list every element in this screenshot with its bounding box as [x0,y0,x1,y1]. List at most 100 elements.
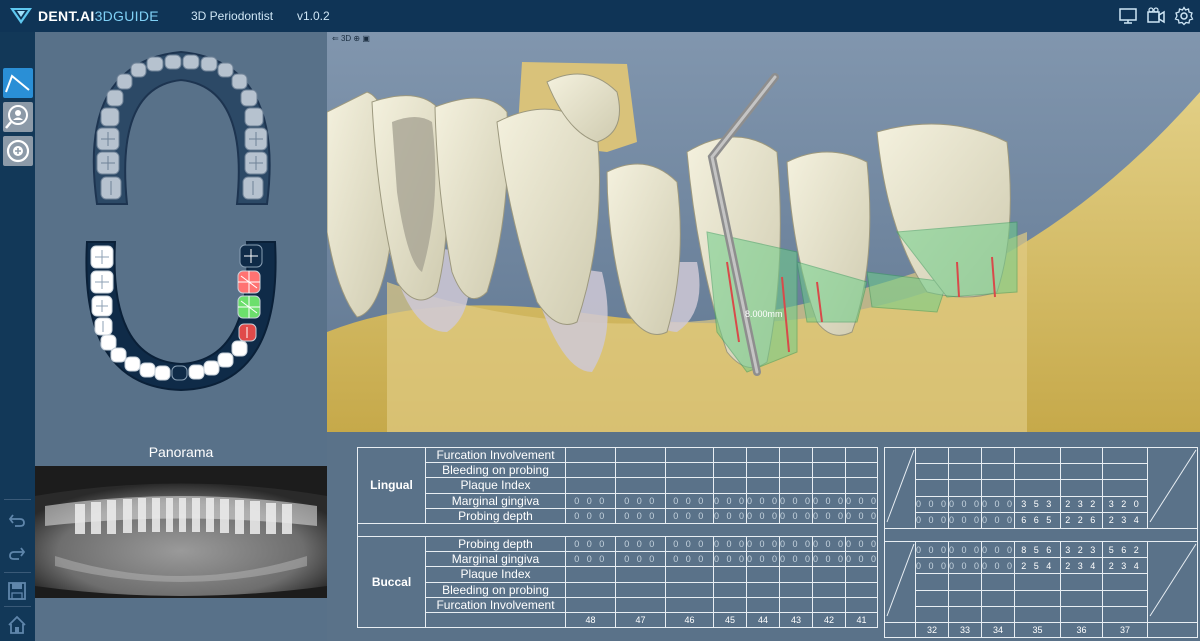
pd-cell[interactable]: 0 0 0 [615,535,666,553]
plaque-cell[interactable] [615,566,666,583]
tooth-number[interactable]: 43 [779,611,813,629]
bleeding-cell[interactable] [1014,589,1061,607]
pd-cell[interactable]: 0 0 0 [845,507,878,524]
pd-cell[interactable]: 0 0 0 [779,507,813,524]
bleeding-cell[interactable] [812,581,846,598]
pd-cell[interactable]: 3 2 3 [1060,540,1103,559]
bleeding-cell[interactable] [981,463,1015,481]
mg-cell[interactable]: 2 3 4 [1102,557,1148,575]
pd-cell[interactable]: 0 0 0 [713,507,747,524]
furcation-cell[interactable] [845,446,878,464]
plaque-cell[interactable] [1014,573,1061,591]
furcation-cell[interactable] [915,605,949,624]
move-icon[interactable]: ⇐ [332,34,341,43]
pd-cell[interactable]: 5 6 2 [1102,540,1148,559]
plaque-cell[interactable] [746,477,780,494]
plaque-cell[interactable] [565,566,616,583]
mg-cell[interactable]: 0 0 0 [565,551,616,568]
plaque-cell[interactable] [915,573,949,591]
plaque-cell[interactable] [915,479,949,497]
pd-cell[interactable]: 0 0 0 [812,507,846,524]
mg-cell[interactable]: 0 0 0 [665,492,714,509]
plaque-cell[interactable] [845,566,878,583]
mg-cell[interactable]: 0 0 0 [713,551,747,568]
plaque-cell[interactable] [665,566,714,583]
perio-chart-tool[interactable] [3,68,33,98]
bleeding-cell[interactable] [746,581,780,598]
plaque-cell[interactable] [948,573,982,591]
furcation-cell[interactable] [713,446,747,464]
mg-cell[interactable]: 0 0 0 [565,492,616,509]
plaque-cell[interactable] [779,566,813,583]
bleeding-cell[interactable] [948,463,982,481]
furcation-cell[interactable] [779,596,813,613]
bleeding-cell[interactable] [779,581,813,598]
furcation-cell[interactable] [948,446,982,465]
plaque-cell[interactable] [565,477,616,494]
bleeding-cell[interactable] [746,462,780,479]
pd-cell[interactable]: 0 0 0 [665,535,714,553]
undo-icon[interactable] [7,510,27,530]
bleeding-cell[interactable] [615,581,666,598]
mg-cell[interactable]: 0 0 0 [812,551,846,568]
mg-cell[interactable]: 0 0 0 [615,492,666,509]
mg-cell[interactable]: 0 0 0 [915,495,949,513]
mg-cell[interactable]: 0 0 0 [779,492,813,509]
plaque-cell[interactable] [845,477,878,494]
rotate-3d-tool[interactable] [3,136,33,166]
mg-cell[interactable]: 0 0 0 [713,492,747,509]
mg-cell[interactable]: 0 0 0 [665,551,714,568]
furcation-cell[interactable] [1014,446,1061,465]
pd-cell[interactable]: 2 3 4 [1102,511,1148,530]
bleeding-cell[interactable] [615,462,666,479]
pd-cell[interactable]: 0 0 0 [915,540,949,559]
pd-cell[interactable]: 0 0 0 [565,507,616,524]
bleeding-cell[interactable] [1060,463,1103,481]
pd-cell[interactable]: 0 0 0 [948,540,982,559]
save-icon[interactable] [7,581,27,601]
bleeding-cell[interactable] [713,581,747,598]
tooth-number[interactable]: 45 [713,611,747,629]
furcation-cell[interactable] [615,446,666,464]
bleeding-cell[interactable] [713,462,747,479]
plaque-cell[interactable] [1060,573,1103,591]
bleeding-cell[interactable] [1102,589,1148,607]
bleeding-cell[interactable] [1060,589,1103,607]
plaque-cell[interactable] [812,566,846,583]
furcation-cell[interactable] [1014,605,1061,624]
tooth-number[interactable]: 48 [565,611,616,629]
mg-cell[interactable]: 0 0 0 [615,551,666,568]
furcation-cell[interactable] [1102,605,1148,624]
furcation-cell[interactable] [565,596,616,613]
bleeding-cell[interactable] [845,462,878,479]
furcation-cell[interactable] [981,446,1015,465]
home-icon[interactable] [7,615,27,635]
furcation-cell[interactable] [1060,446,1103,465]
tooth-number[interactable]: 46 [665,611,714,629]
mg-cell[interactable]: 0 0 0 [845,551,878,568]
tooth-number[interactable]: 41 [845,611,878,629]
view3d-controls[interactable]: ⇐ 3D ⊕ ▣ [332,34,370,43]
mg-cell[interactable]: 3 2 0 [1102,495,1148,513]
tooth-number[interactable]: 37 [1102,621,1148,639]
plaque-cell[interactable] [615,477,666,494]
pd-cell[interactable]: 0 0 0 [915,511,949,530]
plaque-cell[interactable] [948,479,982,497]
pd-cell[interactable]: 0 0 0 [565,535,616,553]
plaque-cell[interactable] [981,479,1015,497]
pd-cell[interactable]: 0 0 0 [981,540,1015,559]
mg-cell[interactable]: 2 3 4 [1060,557,1103,575]
pd-cell[interactable]: 0 0 0 [845,535,878,553]
maximize-icon[interactable]: ▣ [362,34,370,43]
tooth-number[interactable]: 34 [981,621,1015,639]
panorama-xray[interactable] [35,466,327,598]
furcation-cell[interactable] [779,446,813,464]
mg-cell[interactable]: 0 0 0 [948,557,982,575]
bleeding-cell[interactable] [948,589,982,607]
tooth-number[interactable]: 47 [615,611,666,629]
mg-cell[interactable]: 3 5 3 [1014,495,1061,513]
furcation-cell[interactable] [746,596,780,613]
tooth-number[interactable]: 44 [746,611,780,629]
pd-cell[interactable]: 0 0 0 [779,535,813,553]
mg-cell[interactable]: 0 0 0 [812,492,846,509]
